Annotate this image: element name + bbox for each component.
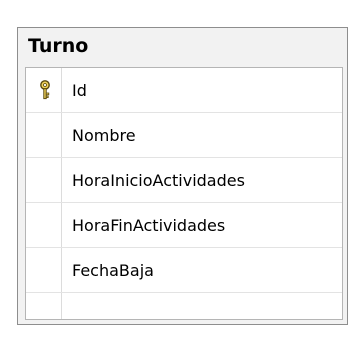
column-name[interactable]: Nombre bbox=[72, 113, 136, 157]
column-row-id[interactable]: Id bbox=[26, 68, 342, 113]
column-row-nombre[interactable]: Nombre bbox=[26, 113, 342, 158]
column-row-horainicioactividades[interactable]: HoraInicioActividades bbox=[26, 158, 342, 203]
table-shape-turno[interactable]: Turno Id Nombre HoraInicioActividades Ho… bbox=[17, 27, 348, 325]
key-icon bbox=[40, 80, 50, 100]
row-selector[interactable] bbox=[26, 203, 62, 247]
row-selector[interactable] bbox=[26, 248, 62, 292]
column-name[interactable]: HoraInicioActividades bbox=[72, 158, 245, 202]
row-selector[interactable] bbox=[26, 293, 62, 319]
row-selector[interactable] bbox=[26, 68, 62, 112]
table-title[interactable]: Turno bbox=[28, 34, 88, 58]
column-row-horafinactividades[interactable]: HoraFinActividades bbox=[26, 203, 342, 248]
column-name[interactable]: FechaBaja bbox=[72, 248, 154, 292]
empty-new-row[interactable] bbox=[26, 293, 342, 319]
column-grid: Id Nombre HoraInicioActividades HoraFinA… bbox=[25, 67, 343, 320]
row-selector[interactable] bbox=[26, 158, 62, 202]
row-selector[interactable] bbox=[26, 113, 62, 157]
diagram-canvas: Turno Id Nombre HoraInicioActividades Ho… bbox=[0, 0, 358, 339]
column-row-fechabaja[interactable]: FechaBaja bbox=[26, 248, 342, 293]
column-name[interactable]: Id bbox=[72, 68, 87, 112]
column-name[interactable]: HoraFinActividades bbox=[72, 203, 225, 247]
